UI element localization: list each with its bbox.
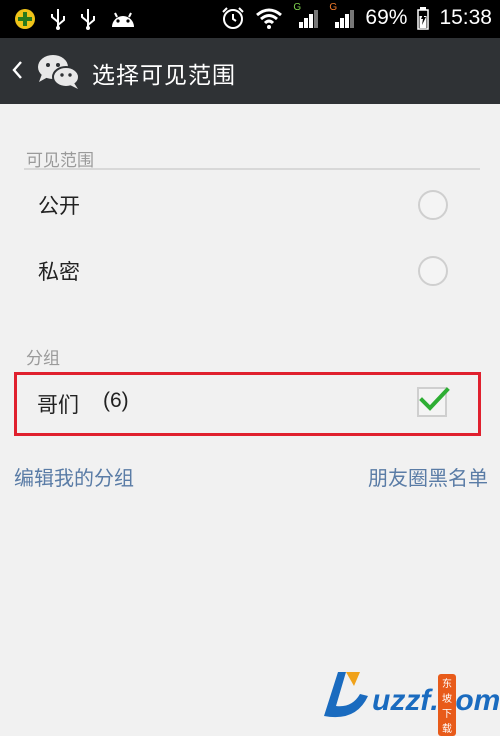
title-bar: 选择可见范围 — [0, 38, 500, 104]
status-bar-left — [14, 8, 136, 30]
android-icon — [112, 12, 134, 27]
option-private-radio[interactable] — [418, 256, 448, 286]
watermark: uzzf.com 东坡下载 — [316, 666, 500, 736]
option-private-label: 私密 — [38, 260, 80, 284]
plus-circle-icon — [15, 9, 35, 29]
group-item-gemen[interactable]: 哥们 (6) — [14, 372, 481, 436]
signal-2: G — [329, 2, 355, 30]
status-bar-right: G G 69% 15:38 — [221, 2, 492, 30]
group-member-count: (6) — [103, 389, 129, 412]
clock: 15:38 — [439, 6, 492, 29]
option-public-label: 公开 — [38, 194, 80, 218]
wifi-icon — [256, 8, 283, 29]
watermark-badge: 东坡下载 — [438, 674, 456, 736]
page-title: 选择可见范围 — [92, 63, 236, 89]
battery-charging-icon — [417, 7, 430, 30]
wechat-icon — [38, 55, 80, 89]
usb-icon — [51, 9, 65, 30]
signal-1: G — [293, 2, 319, 30]
alarm-icon — [222, 7, 245, 29]
status-bar: G G 69% 15:38 — [0, 0, 500, 38]
group-name: 哥们 — [37, 393, 79, 417]
option-public-radio[interactable] — [418, 190, 448, 220]
watermark-text: uzzf.com — [372, 684, 500, 717]
option-private[interactable]: 私密 — [14, 240, 484, 302]
groups-section-label: 分组 — [26, 349, 60, 369]
watermark-logo-icon — [324, 672, 368, 718]
signal-icon — [335, 10, 355, 28]
section-divider — [24, 168, 480, 170]
option-public[interactable]: 公开 — [14, 174, 484, 236]
group-checkbox[interactable] — [417, 387, 450, 417]
usb-icon — [81, 9, 95, 30]
moments-blacklist-link[interactable]: 朋友圈黑名单 — [368, 462, 488, 491]
signal-icon — [299, 10, 319, 28]
battery-percent: 69% — [365, 6, 408, 29]
edit-groups-link[interactable]: 编辑我的分组 — [14, 462, 134, 491]
checkmark-icon — [419, 387, 450, 411]
back-chevron-icon[interactable] — [10, 56, 24, 84]
